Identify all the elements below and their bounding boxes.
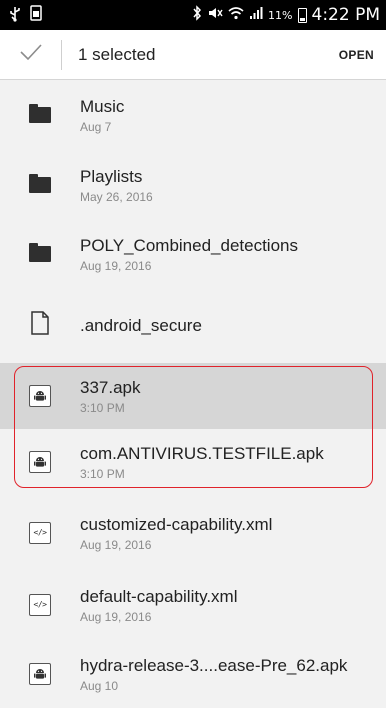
folder-icon	[29, 242, 51, 262]
list-item[interactable]: 337.apk 3:10 PM	[0, 363, 386, 429]
bluetooth-icon	[192, 4, 202, 26]
status-bar: 11% 4:22 PM	[0, 0, 386, 30]
file-date: Aug 19, 2016	[80, 258, 152, 273]
list-item[interactable]: Music Aug 7	[0, 80, 386, 150]
file-name: POLY_Combined_detections	[80, 235, 298, 255]
file-icon	[31, 311, 49, 340]
screenshot-icon	[30, 4, 42, 26]
open-button[interactable]: OPEN	[339, 48, 374, 62]
file-name: com.ANTIVIRUS.TESTFILE.apk	[80, 444, 324, 463]
android-apk-icon	[29, 451, 51, 473]
xml-file-icon: </>	[29, 521, 51, 544]
file-date: May 26, 2016	[80, 189, 153, 204]
done-button[interactable]	[0, 39, 62, 70]
mute-icon	[207, 5, 223, 26]
list-item[interactable]: Playlists May 26, 2016	[0, 150, 386, 219]
file-date: 3:10 PM	[80, 467, 125, 481]
list-item[interactable]: .android_secure	[0, 288, 386, 363]
list-item[interactable]: </> default-capability.xml Aug 19, 2016	[0, 570, 386, 639]
file-name: hydra-release-3....ease-Pre_62.apk	[80, 655, 348, 675]
file-date: Aug 10	[80, 678, 119, 693]
wifi-icon	[228, 6, 244, 25]
file-date: Aug 19, 2016	[80, 609, 152, 624]
file-name: customized-capability.xml	[80, 514, 273, 534]
xml-file-icon: </>	[29, 593, 51, 616]
list-item[interactable]: POLY_Combined_detections Aug 19, 2016	[0, 219, 386, 288]
file-name: .android_secure	[80, 316, 202, 335]
action-bar: 1 selected OPEN	[0, 30, 386, 80]
android-apk-icon	[29, 662, 51, 685]
file-date: Aug 19, 2016	[80, 537, 152, 552]
selection-count: 1 selected	[78, 44, 156, 64]
signal-icon	[249, 6, 263, 25]
file-name: Music	[80, 97, 125, 116]
file-name: default-capability.xml	[80, 586, 238, 606]
list-item[interactable]: hydra-release-3....ease-Pre_62.apk Aug 1…	[0, 639, 386, 708]
usb-icon	[8, 6, 22, 24]
checkmark-icon	[19, 43, 42, 66]
folder-icon	[29, 173, 51, 193]
list-item[interactable]: </> customized-capability.xml Aug 19, 20…	[0, 495, 386, 570]
clock: 4:22 PM	[311, 5, 381, 25]
file-name: Playlists	[80, 166, 143, 186]
file-list: Music Aug 7 Playlists May 26, 2016 POLY_…	[0, 80, 386, 708]
folder-icon	[29, 104, 51, 123]
battery-icon	[297, 7, 307, 23]
battery-percent: 11%	[268, 8, 293, 22]
android-apk-icon	[29, 385, 51, 407]
list-item[interactable]: com.ANTIVIRUS.TESTFILE.apk 3:10 PM	[0, 429, 386, 495]
file-date: 3:10 PM	[80, 401, 125, 415]
file-name: 337.apk	[80, 378, 141, 397]
file-date: Aug 7	[80, 120, 112, 134]
